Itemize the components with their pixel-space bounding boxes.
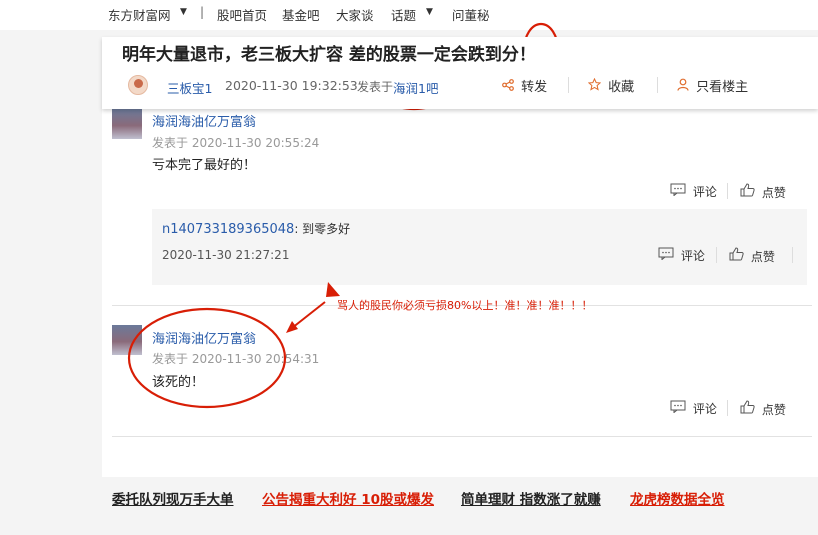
nav-discussion[interactable]: 大家谈 (336, 5, 374, 24)
comment-author[interactable]: 海润海油亿万富翁 (152, 328, 256, 347)
divider (657, 77, 658, 93)
post-card: 明年大量退市，老三板大扩容 差的股票一定会跌到分！ 三板宝1 2020-11-3… (102, 37, 818, 477)
bottom-link[interactable]: 委托队列现万手大单 (112, 488, 234, 508)
comment-button[interactable]: 评论 (670, 400, 717, 417)
thumbs-up-icon (729, 247, 748, 264)
comment-label: 评论 (692, 402, 717, 416)
post-header: 明年大量退市，老三板大扩容 差的股票一定会跌到分！ 三板宝1 2020-11-3… (102, 37, 818, 109)
nav-eastmoney[interactable]: 东方财富网 (108, 5, 171, 24)
divider (727, 400, 728, 416)
annotation-text: 骂人的股民你必须亏损80%以上！准！准！准！！！ (337, 299, 593, 312)
reply-box: n140733189365048: 到零多好 2020-11-30 21:27:… (152, 209, 807, 285)
nav-guba-home[interactable]: 股吧首页 (217, 5, 267, 24)
share-label: 转发 (521, 80, 548, 95)
like-label: 点赞 (761, 186, 786, 200)
nav-fund-bar[interactable]: 基金吧 (282, 5, 320, 24)
like-button[interactable]: 点赞 (740, 183, 786, 201)
bar-link[interactable]: 海润1吧 (393, 78, 438, 97)
reply-time: 2020-11-30 21:27:21 (162, 248, 290, 262)
comment-text: 该死的！ (152, 375, 205, 390)
comment-label: 评论 (680, 249, 705, 263)
reply-author[interactable]: n140733189365048 (162, 222, 294, 237)
comment-icon (670, 183, 690, 199)
like-label: 点赞 (750, 250, 775, 264)
only-author-button[interactable]: 只看楼主 (677, 76, 748, 95)
nav-topics[interactable]: 话题 (391, 5, 416, 24)
like-button[interactable]: 点赞 (740, 400, 786, 418)
comment-icon (658, 247, 678, 263)
thumbs-up-icon (740, 183, 759, 200)
comment-author[interactable]: 海润海油亿万富翁 (152, 111, 256, 130)
top-nav: 东方财富网 ▼ | 股吧首页 基金吧 大家谈 话题 ▼ 问董秘 (0, 0, 818, 30)
nav-separator: | (200, 5, 205, 19)
thumbs-up-icon (740, 400, 759, 417)
comment-icon (670, 400, 690, 416)
bottom-link[interactable]: 公告揭重大利好 10股或爆发 (262, 488, 434, 508)
post-author[interactable]: 三板宝1 (167, 78, 212, 97)
post-time: 2020-11-30 19:32:53 (225, 78, 358, 93)
comment-time: 发表于 2020-11-30 20:55:24 (152, 136, 320, 150)
bottom-link[interactable]: 简单理财 指数涨了就赚 (461, 488, 601, 508)
comment-button[interactable]: 评论 (670, 183, 717, 200)
avatar[interactable] (112, 109, 142, 139)
comment-divider (112, 436, 812, 437)
share-button[interactable]: 转发 (502, 76, 547, 95)
person-icon (677, 78, 693, 95)
posted-in-label: 发表于 (357, 80, 394, 94)
reply-line: n140733189365048: 到零多好 (162, 220, 350, 237)
bottom-links: 委托队列现万手大单 公告揭重大利好 10股或爆发 简单理财 指数涨了就赚 龙虎榜… (0, 476, 818, 535)
collect-label: 收藏 (608, 80, 635, 95)
like-label: 点赞 (761, 403, 786, 417)
nav-ask-secretary[interactable]: 问董秘 (452, 5, 490, 24)
avatar[interactable] (112, 325, 142, 355)
reply-text: : 到零多好 (294, 222, 351, 236)
chevron-down-icon[interactable]: ▼ (426, 7, 433, 17)
bottom-link[interactable]: 龙虎榜数据全览 (630, 488, 725, 508)
share-icon (502, 79, 518, 95)
divider (727, 183, 728, 199)
divider (716, 247, 717, 263)
avatar[interactable] (128, 75, 148, 95)
only-author-label: 只看楼主 (696, 80, 749, 95)
comment-label: 评论 (692, 185, 717, 199)
divider (792, 247, 793, 263)
post-title: 明年大量退市，老三板大扩容 差的股票一定会跌到分！ (122, 45, 536, 65)
divider (568, 77, 569, 93)
like-button[interactable]: 点赞 (729, 247, 775, 265)
collect-button[interactable]: 收藏 (587, 76, 635, 95)
star-icon (587, 77, 605, 95)
post-meta: 三板宝1 2020-11-30 19:32:53 发表于 海润1吧 转发 收藏 … (122, 75, 812, 97)
comment-time: 发表于 2020-11-30 20:54:31 (152, 352, 320, 366)
chevron-down-icon[interactable]: ▼ (180, 7, 187, 17)
comment-text: 亏本完了最好的！ (152, 158, 257, 173)
comment-button[interactable]: 评论 (658, 247, 705, 264)
